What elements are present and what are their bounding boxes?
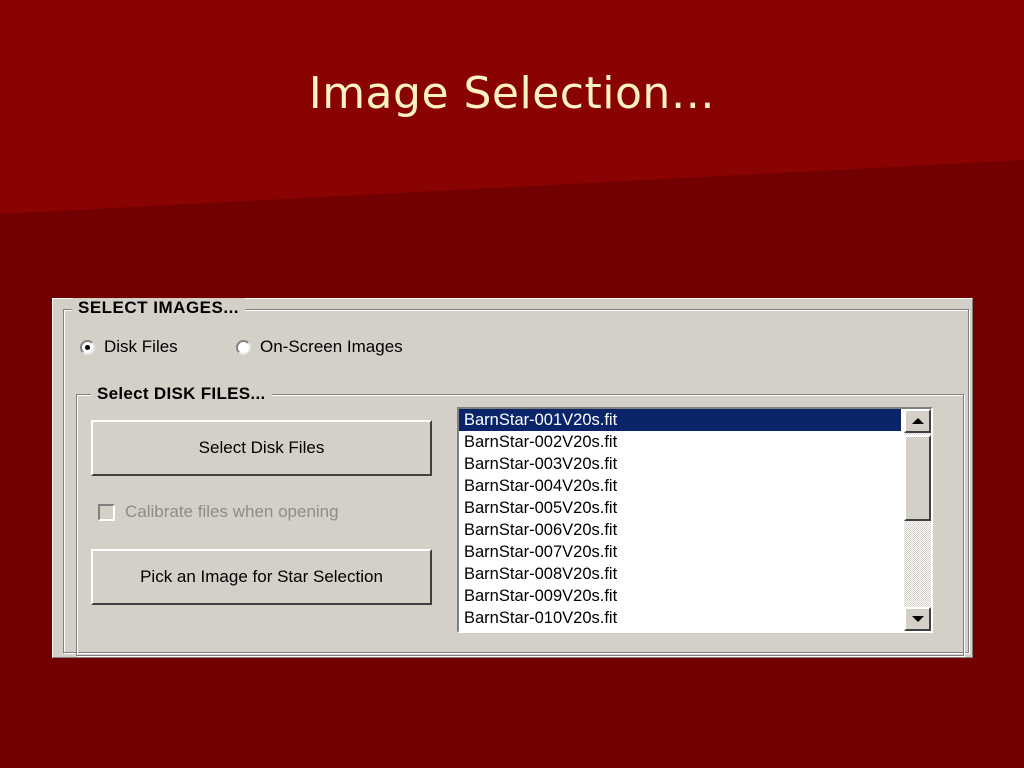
scrollbar-thumb[interactable] (904, 435, 931, 521)
scroll-down-button[interactable] (904, 607, 931, 631)
list-item[interactable]: BarnStar-010V20s.fit (459, 607, 901, 629)
disk-files-radio-button[interactable] (80, 339, 95, 355)
list-item[interactable]: BarnStar-004V20s.fit (459, 475, 901, 497)
list-item[interactable]: BarnStar-008V20s.fit (459, 563, 901, 585)
scroll-down-arrow-icon (911, 616, 924, 622)
list-item[interactable]: BarnStar-001V20s.fit (459, 409, 901, 431)
on-screen-images-radio[interactable]: On-Screen Images (236, 337, 403, 357)
file-list-scrollbar[interactable] (904, 409, 931, 631)
select-images-dialog: SELECT IMAGES... Disk Files On-Screen Im… (52, 298, 973, 658)
calibrate-files-label: Calibrate files when opening (125, 502, 339, 521)
slide-title: Image Selection… (308, 68, 716, 119)
list-item[interactable]: BarnStar-007V20s.fit (459, 541, 901, 563)
list-item[interactable]: BarnStar-006V20s.fit (459, 519, 901, 541)
scroll-up-arrow-icon (911, 418, 924, 424)
disk-files-label: Disk Files (104, 337, 178, 356)
disk-files-radio[interactable]: Disk Files (80, 337, 178, 357)
list-item[interactable]: BarnStar-005V20s.fit (459, 497, 901, 519)
calibrate-files-checkbox-row[interactable]: Calibrate files when opening (98, 502, 339, 522)
pick-image-button[interactable]: Pick an Image for Star Selection (91, 549, 432, 605)
on-screen-images-label: On-Screen Images (260, 337, 403, 356)
select-disk-files-legend: Select DISK FILES... (91, 384, 272, 404)
disk-files-listbox[interactable]: BarnStar-001V20s.fit BarnStar-002V20s.fit… (457, 407, 933, 633)
list-item[interactable]: BarnStar-009V20s.fit (459, 585, 901, 607)
on-screen-images-radio-button[interactable] (236, 339, 251, 355)
list-item[interactable]: BarnStar-003V20s.fit (459, 453, 901, 475)
file-list: BarnStar-001V20s.fit BarnStar-002V20s.fit… (459, 409, 901, 629)
scroll-up-button[interactable] (904, 409, 931, 433)
calibrate-files-checkbox[interactable] (98, 503, 115, 521)
list-item[interactable]: BarnStar-002V20s.fit (459, 431, 901, 453)
select-images-legend: SELECT IMAGES... (72, 298, 246, 318)
select-disk-files-button[interactable]: Select Disk Files (91, 420, 432, 476)
